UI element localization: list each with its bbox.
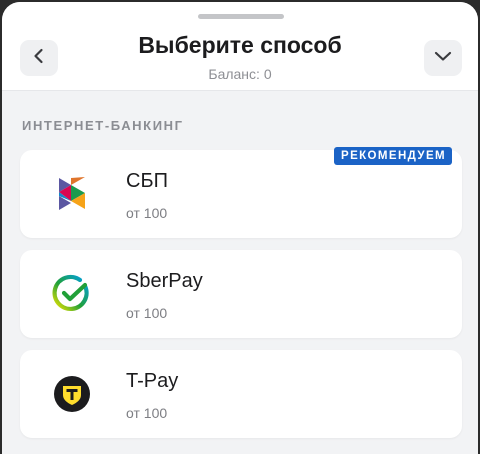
method-min-amount: от 100 [126,205,168,221]
method-name: СБП [126,170,168,192]
method-min-amount: от 100 [126,305,168,321]
method-min-amount: от 100 [126,405,168,421]
expand-button[interactable] [424,40,462,76]
payment-method-tpay[interactable]: T-Pay от 100 [20,350,462,438]
drag-handle[interactable] [198,14,284,19]
chevron-down-icon [434,49,452,67]
payment-method-sberpay[interactable]: SberPay от 100 [20,250,462,338]
recommended-badge: РЕКОМЕНДУЕМ [334,147,452,165]
page-title: Выберите способ [138,32,342,58]
method-name: T-Pay [126,370,179,392]
method-name: SberPay [126,270,203,292]
balance-text: Баланс: 0 [208,66,272,82]
payment-method-sbp[interactable]: СБП от 100 РЕКОМЕНДУЕМ [20,147,462,238]
sbp-logo-icon [52,174,92,214]
payment-method-sheet: Выберите способ Баланс: 0 ИНТЕРНЕТ-БАНКИ… [2,2,478,454]
tpay-logo-icon [52,374,92,414]
sberpay-logo-icon [52,274,92,314]
sheet-header: Выберите способ Баланс: 0 [2,2,478,91]
section-label: ИНТЕРНЕТ-БАНКИНГ [22,118,184,133]
